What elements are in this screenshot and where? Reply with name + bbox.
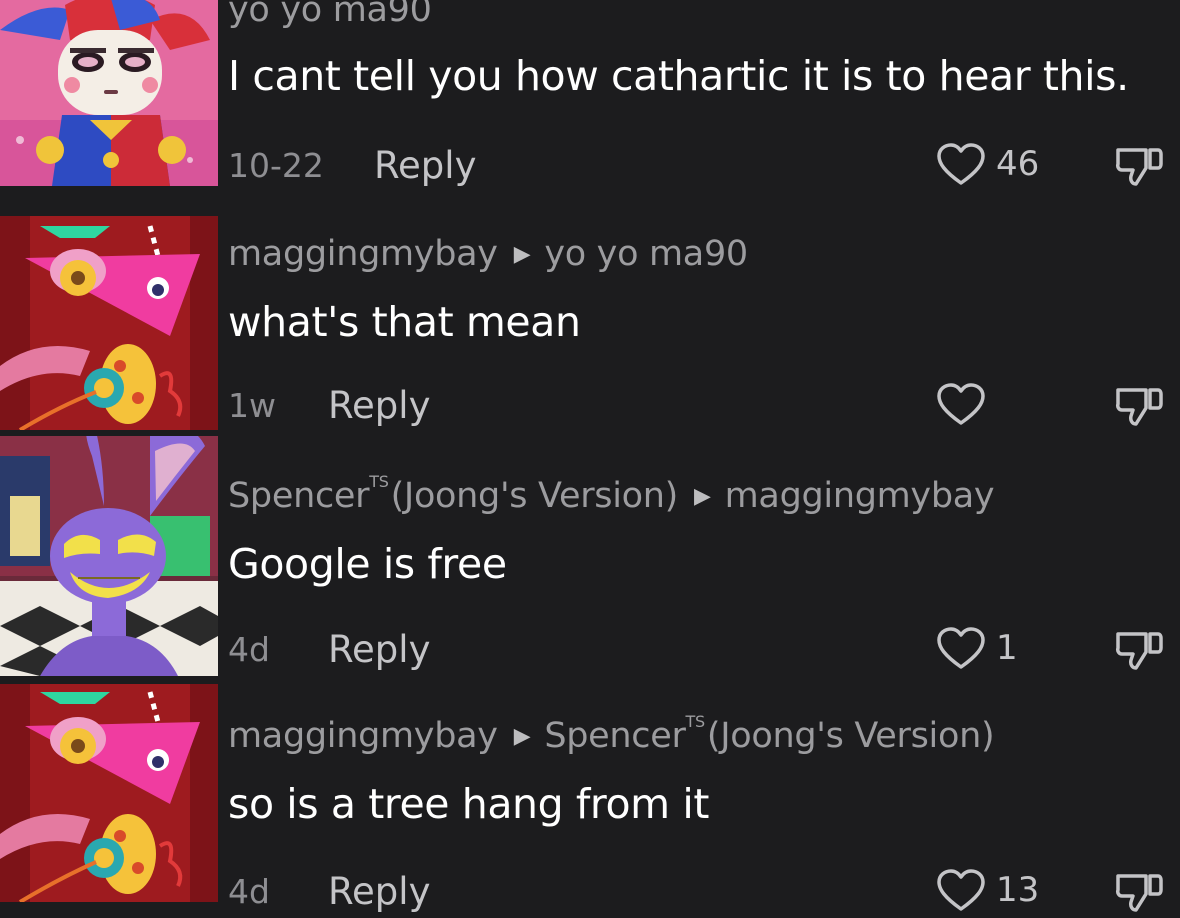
comment-footer: 1w Reply [228, 380, 1180, 428]
author-badge: TS [369, 472, 389, 491]
heart-icon [937, 627, 985, 669]
like-count: 46 [996, 144, 1040, 184]
author-name[interactable]: maggingmybay [228, 716, 498, 756]
comment-date: 1w [228, 386, 276, 425]
comment-date: 10-22 [228, 146, 324, 185]
avatar-kinger[interactable] [0, 216, 218, 430]
thumbs-down-icon [1116, 632, 1163, 670]
thumbs-down-icon [1116, 874, 1163, 912]
comment-3: SpencerTS(Joong's Version) ▶ maggingmybay … [0, 432, 1180, 682]
jax-avatar-image [0, 436, 218, 676]
reply-to-name[interactable]: maggingmybay [725, 476, 995, 516]
author-name[interactable]: yo yo ma90 [228, 0, 432, 30]
comment-date: 4d [228, 630, 270, 669]
comment-footer: 4d Reply 1 [228, 624, 1180, 672]
dislike-button[interactable] [1114, 382, 1164, 428]
like-button[interactable]: 1 [936, 624, 1046, 672]
like-button[interactable] [936, 380, 1046, 428]
thumbs-down-icon [1116, 148, 1163, 186]
dislike-button[interactable] [1114, 868, 1164, 914]
reply-button[interactable]: Reply [328, 870, 430, 913]
heart-icon [937, 869, 985, 911]
avatar-jax[interactable] [0, 436, 218, 676]
dislike-button[interactable] [1114, 142, 1164, 188]
reply-to-name[interactable]: yo yo ma90 [544, 234, 748, 274]
like-count: 1 [996, 628, 1018, 668]
comment-2: maggingmybay ▶ yo yo ma90 what's that mean… [0, 214, 1180, 432]
reply-arrow-icon: ▶ [513, 242, 531, 267]
pomni-avatar-image [0, 0, 218, 186]
reply-button[interactable]: Reply [328, 628, 430, 671]
reply-button[interactable]: Reply [374, 144, 476, 187]
author-name[interactable]: SpencerTS(Joong's Version) [228, 472, 678, 516]
comment-footer: 4d Reply 13 [228, 866, 1180, 914]
dislike-button[interactable] [1114, 626, 1164, 672]
heart-icon [937, 143, 985, 185]
comment-1: yo yo ma90 I cant tell you how cathartic… [0, 0, 1180, 214]
comment-author: maggingmybay ▶ yo yo ma90 [228, 234, 748, 274]
comment-author: SpencerTS(Joong's Version) ▶ maggingmybay [228, 472, 995, 516]
author-name[interactable]: maggingmybay [228, 234, 498, 274]
thumbs-down-icon [1116, 388, 1163, 426]
kinger-avatar-image [0, 216, 218, 430]
comment-author[interactable]: yo yo ma90 [228, 0, 432, 30]
comment-date: 4d [228, 872, 270, 911]
kinger-avatar-image [0, 684, 218, 902]
comment-text: so is a tree hang from it [228, 780, 709, 828]
comment-4: maggingmybay ▶ SpencerTS(Joong's Version) … [0, 682, 1180, 914]
comment-footer: 10-22 Reply 46 [228, 140, 1180, 188]
avatar-pomni[interactable] [0, 0, 218, 186]
heart-icon [937, 383, 985, 425]
reply-to-name[interactable]: SpencerTS(Joong's Version) [544, 712, 994, 756]
reply-arrow-icon: ▶ [694, 484, 711, 509]
reply-arrow-icon: ▶ [513, 724, 531, 749]
like-count: 13 [996, 870, 1040, 910]
like-button[interactable]: 46 [936, 140, 1046, 188]
comment-author: maggingmybay ▶ SpencerTS(Joong's Version) [228, 712, 995, 756]
comment-text: what's that mean [228, 298, 581, 346]
reply-button[interactable]: Reply [328, 384, 430, 427]
comment-text: I cant tell you how cathartic it is to h… [228, 52, 1129, 100]
like-button[interactable]: 13 [936, 866, 1046, 914]
comment-text: Google is free [228, 540, 507, 588]
avatar-kinger[interactable] [0, 684, 218, 902]
reply-to-badge: TS [685, 712, 706, 731]
